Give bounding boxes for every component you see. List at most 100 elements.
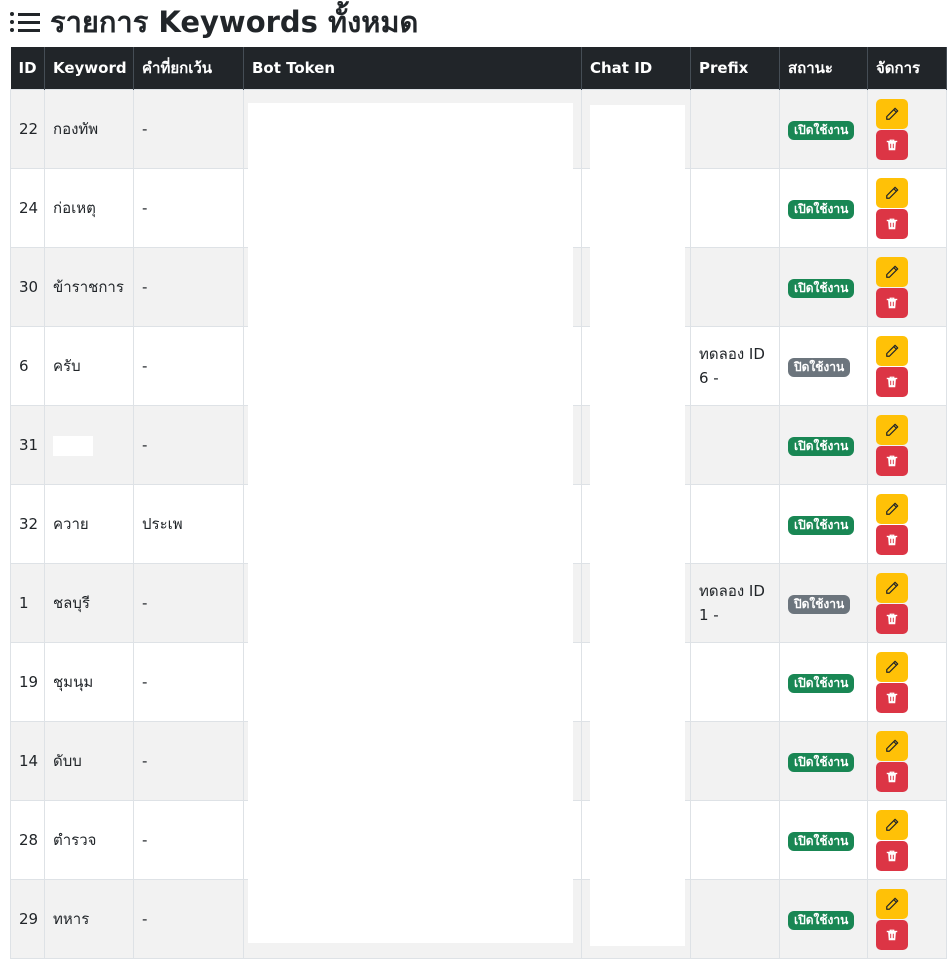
cell-exclude: -	[133, 642, 244, 722]
trash-icon	[885, 296, 899, 310]
delete-button[interactable]	[876, 208, 908, 239]
cell-exclude: -	[133, 168, 244, 248]
cell-keyword: ข้าราชการ	[44, 247, 134, 327]
header-prefix: Prefix	[690, 47, 780, 90]
action-buttons	[876, 651, 938, 713]
cell-id: 29	[10, 879, 45, 959]
table-header-row: ID Keyword คำที่ยกเว้น Bot Token Chat ID…	[10, 47, 947, 90]
keyword-text: ชุมนุม	[53, 673, 94, 691]
cell-id: 28	[10, 800, 45, 880]
cell-prefix	[690, 642, 780, 722]
keyword-text: ทหาร	[53, 910, 90, 928]
cell-keyword: ชลบุรี	[44, 563, 134, 643]
edit-button[interactable]	[876, 256, 908, 287]
cell-status: เปิดใช้งาน	[779, 89, 868, 169]
delete-button[interactable]	[876, 761, 908, 792]
keyword-text: ดับบ	[53, 752, 82, 770]
edit-button[interactable]	[876, 493, 908, 524]
delete-button[interactable]	[876, 919, 908, 950]
delete-button[interactable]	[876, 603, 908, 634]
cell-prefix	[690, 484, 780, 564]
pencil-icon	[885, 265, 899, 279]
cell-actions	[867, 89, 947, 169]
pencil-icon	[885, 818, 899, 832]
cell-keyword: กองทัพ	[44, 89, 134, 169]
page-title-text: รายการ Keywords ทั้งหมด	[50, 5, 419, 39]
cell-status: เปิดใช้งาน	[779, 721, 868, 801]
pencil-icon	[885, 186, 899, 200]
cell-id: 24	[10, 168, 45, 248]
delete-button[interactable]	[876, 129, 908, 160]
cell-id: 30	[10, 247, 45, 327]
edit-button[interactable]	[876, 414, 908, 445]
header-chat-id: Chat ID	[581, 47, 691, 90]
cell-status: ปิดใช้งาน	[779, 563, 868, 643]
edit-button[interactable]	[876, 572, 908, 603]
edit-button[interactable]	[876, 177, 908, 208]
delete-button[interactable]	[876, 682, 908, 713]
action-buttons	[876, 256, 938, 318]
action-buttons	[876, 493, 938, 555]
cell-actions	[867, 800, 947, 880]
delete-button[interactable]	[876, 840, 908, 871]
pencil-icon	[885, 423, 899, 437]
chat-id-redaction	[590, 105, 685, 946]
cell-actions	[867, 326, 947, 406]
cell-keyword	[44, 405, 134, 485]
pencil-icon	[885, 502, 899, 516]
list-icon	[10, 10, 40, 34]
trash-icon	[885, 375, 899, 389]
status-badge: เปิดใช้งาน	[788, 121, 855, 140]
status-badge: เปิดใช้งาน	[788, 279, 855, 298]
keyword-text: ก่อเหตุ	[53, 199, 96, 217]
status-badge: เปิดใช้งาน	[788, 911, 855, 930]
cell-exclude: -	[133, 879, 244, 959]
header-actions: จัดการ	[867, 47, 947, 90]
keyword-redaction	[53, 435, 93, 456]
cell-id: 14	[10, 721, 45, 801]
delete-button[interactable]	[876, 287, 908, 318]
cell-status: เปิดใช้งาน	[779, 642, 868, 722]
cell-exclude: -	[133, 563, 244, 643]
trash-icon	[885, 612, 899, 626]
cell-keyword: ดับบ	[44, 721, 134, 801]
edit-button[interactable]	[876, 730, 908, 761]
delete-button[interactable]	[876, 366, 908, 397]
cell-prefix	[690, 879, 780, 959]
delete-button[interactable]	[876, 524, 908, 555]
cell-actions	[867, 168, 947, 248]
cell-actions	[867, 879, 947, 959]
cell-id: 31	[10, 405, 45, 485]
edit-button[interactable]	[876, 335, 908, 366]
cell-id: 32	[10, 484, 45, 564]
trash-icon	[885, 533, 899, 547]
cell-actions	[867, 405, 947, 485]
cell-exclude: -	[133, 326, 244, 406]
header-status: สถานะ	[779, 47, 868, 90]
header-bot-token: Bot Token	[243, 47, 582, 90]
pencil-icon	[885, 581, 899, 595]
keyword-text: กองทัพ	[53, 120, 99, 138]
bot-token-redaction	[248, 103, 573, 943]
status-badge: เปิดใช้งาน	[788, 753, 855, 772]
trash-icon	[885, 691, 899, 705]
action-buttons	[876, 414, 938, 476]
trash-icon	[885, 770, 899, 784]
edit-button[interactable]	[876, 888, 908, 919]
action-buttons	[876, 572, 938, 634]
cell-actions	[867, 721, 947, 801]
header-id: ID	[10, 47, 45, 90]
edit-button[interactable]	[876, 98, 908, 129]
cell-prefix	[690, 168, 780, 248]
cell-actions	[867, 247, 947, 327]
pencil-icon	[885, 660, 899, 674]
cell-keyword: ชุมนุม	[44, 642, 134, 722]
edit-button[interactable]	[876, 809, 908, 840]
delete-button[interactable]	[876, 445, 908, 476]
cell-prefix: ทดลอง ID 1 -	[690, 563, 780, 643]
status-badge: ปิดใช้งาน	[788, 595, 851, 614]
cell-keyword: ครับ	[44, 326, 134, 406]
cell-prefix	[690, 405, 780, 485]
cell-exclude: -	[133, 247, 244, 327]
edit-button[interactable]	[876, 651, 908, 682]
